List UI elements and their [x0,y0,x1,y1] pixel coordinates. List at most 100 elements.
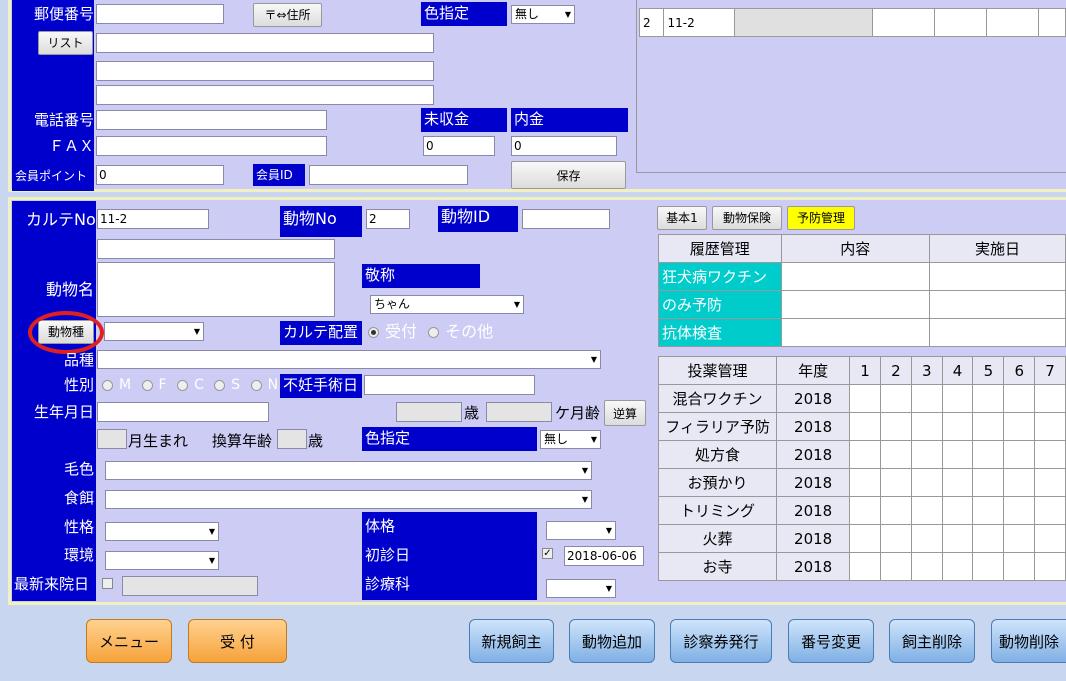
fur-select[interactable] [105,461,592,480]
sex-label: 性別 [63,376,94,394]
deposit-input[interactable]: 0 [511,136,617,156]
animal-name-input[interactable] [97,262,335,317]
food-select[interactable] [105,490,592,509]
birth-input[interactable] [97,402,269,422]
fur-label: 毛色 [63,460,94,478]
add-animal-button[interactable]: 動物追加 [569,619,655,663]
dosing-table: 投薬管理 年度 1 2 3 4 5 6 7 混合ワクチン 2018 フィラリア予防… [657,356,1066,581]
phone-label: 電話番号 [33,111,94,129]
color-select[interactable]: 無し [511,5,575,24]
fax-input[interactable] [96,136,327,156]
color-label: 色指定 [421,2,507,26]
animal-no-input[interactable]: 2 [366,209,410,229]
list-id: 11-2 [663,8,735,37]
breed-label: 品種 [63,351,94,369]
honorific-label: 敬称 [362,264,480,288]
birth-label: 生年月日 [33,403,94,421]
delete-owner-button[interactable]: 飼主削除 [889,619,975,663]
table-row[interactable]: 抗体検査 [658,318,1066,347]
list-button[interactable]: リスト [38,31,93,55]
karte-place-label: カルテ配置 [280,321,362,345]
place-radio-other[interactable] [428,327,440,338]
save-button[interactable]: 保存 [511,161,626,189]
species-select[interactable] [104,322,204,341]
new-owner-button[interactable]: 新規飼主 [469,619,554,663]
last-visit-label: 最新来院日 [14,575,90,593]
postal-label: 郵便番号 [33,5,94,23]
reverse-calc-button[interactable]: 逆算 [604,400,646,426]
table-row[interactable]: フィラリア予防 2018 [657,412,1066,441]
breed-select[interactable] [97,350,601,369]
first-visit-checkbox[interactable]: ✓ [542,548,553,559]
member-id-label: 会員ID [253,164,305,186]
table-row[interactable]: お預かり 2018 [657,468,1066,497]
sterile-label: 不妊手術日 [280,374,362,398]
age-months-unit: ケ月齢 [555,404,601,422]
animal-id-label: 動物ID [438,206,518,232]
points-input[interactable]: 0 [96,165,224,185]
department-select[interactable] [546,579,616,598]
converted-age-unit: 歳 [308,432,324,450]
list-no: 2 [638,8,665,37]
first-visit-input[interactable]: 2018-06-06 [564,546,644,566]
address-input-3[interactable] [96,85,434,105]
table-row[interactable]: 混合ワクチン 2018 [657,384,1066,413]
postal-input[interactable] [96,4,224,24]
karte-no-input[interactable]: 11-2 [97,209,209,229]
address-input-2[interactable] [96,61,434,81]
postal-address-button[interactable]: 〒⇔住所 [253,3,322,27]
env-label: 環境 [63,546,94,564]
sterile-input[interactable] [364,375,535,395]
karte-label-column [12,201,96,601]
reception-button[interactable]: 受 付 [188,619,287,663]
animal-list-table: 2 11-2 [638,8,1066,37]
karte-place-radios[interactable]: 受付 その他 [368,322,499,342]
table-row[interactable]: トリミング 2018 [657,496,1066,525]
table-row[interactable]: 狂犬病ワクチン [658,262,1066,291]
issue-ticket-button[interactable]: 診察券発行 [670,619,772,663]
tab-basic1[interactable]: 基本1 [657,206,707,230]
animal-kana-input[interactable] [97,239,335,259]
tab-prevention[interactable]: 予防管理 [787,206,855,230]
delete-animal-button[interactable]: 動物削除 [991,619,1066,663]
color-spec-select[interactable]: 無し [540,430,601,449]
table-row[interactable]: お寺 2018 [657,552,1066,581]
place-radio-reception[interactable] [368,327,379,338]
menu-button[interactable]: メニュー [86,619,172,663]
birth-month-input[interactable] [97,429,127,449]
physique-label: 体格 [365,517,396,535]
converted-age-label: 換算年齢 [212,432,273,450]
history-table: 履歴管理 内容 実施日 狂犬病ワクチン のみ予防 抗体検査 [658,234,1066,347]
age-months-input[interactable] [486,402,552,422]
department-label: 診療科 [365,575,411,593]
renumber-button[interactable]: 番号変更 [788,619,874,663]
table-row[interactable]: 2 11-2 [638,8,1066,37]
animal-id-input[interactable] [522,209,610,229]
honorific-select[interactable]: ちゃん [370,295,524,314]
age-years-unit: 歳 [464,404,480,422]
fax-label: ＦＡＸ [48,137,94,155]
member-id-input[interactable] [309,165,468,185]
age-years-input[interactable] [396,402,462,422]
history-header-1: 内容 [780,234,931,263]
phone-input[interactable] [96,110,327,130]
sex-radios[interactable]: M F C S N [102,375,284,395]
physique-select[interactable] [546,521,616,540]
env-select[interactable] [105,551,219,570]
highlight-circle [28,311,104,354]
temperament-select[interactable] [105,522,219,541]
converted-age-input[interactable] [277,429,307,449]
last-visit-input[interactable] [122,576,258,596]
table-row[interactable]: 火葬 2018 [657,524,1066,553]
address-input-1[interactable] [96,33,434,53]
animal-no-label: 動物No [280,206,362,237]
table-row[interactable]: 処方食 2018 [657,440,1066,469]
last-visit-checkbox[interactable] [102,578,113,589]
points-label: 会員ポイント [15,169,88,183]
unpaid-label: 未収金 [421,108,507,132]
tab-insurance[interactable]: 動物保険 [712,206,782,230]
unpaid-input[interactable]: 0 [423,136,495,156]
animal-name-label: 動物名 [46,280,95,299]
owner-label-column [12,0,94,191]
table-row[interactable]: のみ予防 [658,290,1066,319]
